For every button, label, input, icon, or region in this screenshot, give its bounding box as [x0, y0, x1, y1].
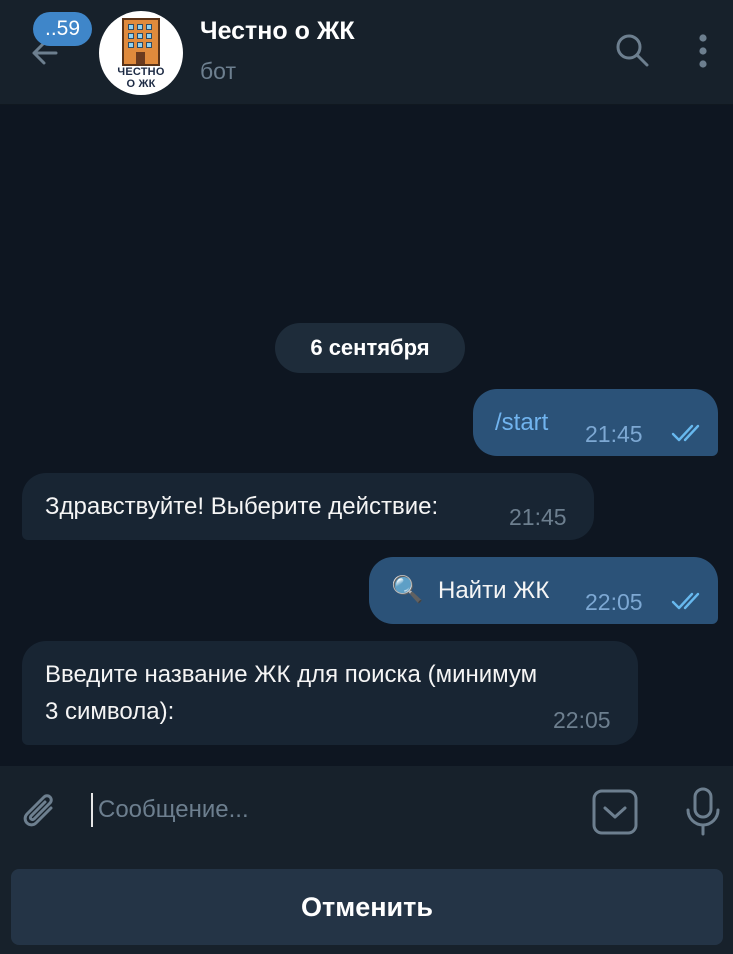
message-text-line: Введите название ЖК для поиска (минимум	[45, 661, 538, 688]
double-check-icon	[671, 424, 700, 442]
message-text: Найти ЖК	[438, 577, 550, 604]
reply-keyboard: Отменить	[0, 861, 733, 954]
cancel-button[interactable]: Отменить	[11, 869, 723, 945]
chat-header: ..59 ЧЕСТНО О ЖК Честно о ЖК бот	[0, 0, 733, 105]
message-input[interactable]	[96, 784, 580, 836]
chat-title[interactable]: Честно о ЖК	[200, 17, 355, 46]
date-separator: 6 сентября	[275, 323, 465, 373]
avatar[interactable]: ЧЕСТНО О ЖК	[99, 11, 183, 95]
microphone-icon[interactable]	[682, 786, 724, 838]
outgoing-message[interactable]: 🔍 Найти ЖК 22:05	[369, 557, 718, 624]
message-time: 21:45	[585, 421, 643, 447]
message-list[interactable]: 6 сентября /start 21:45 Здравствуйте! Вы…	[0, 105, 733, 766]
magnifier-emoji-icon: 🔍	[391, 574, 424, 604]
message-text-line: 3 символа):	[45, 698, 175, 725]
composer	[0, 766, 733, 861]
message-time: 22:05	[553, 707, 611, 733]
chat-status: бот	[200, 58, 236, 84]
incoming-message[interactable]: Здравствуйте! Выберите действие: 21:45	[22, 473, 594, 540]
more-vert-icon[interactable]	[690, 30, 716, 72]
avatar-logo-text: ЧЕСТНО О ЖК	[117, 66, 165, 90]
paperclip-icon[interactable]	[18, 788, 62, 836]
message-time: 21:45	[509, 504, 567, 530]
bot-keyboard-icon[interactable]	[592, 789, 638, 835]
text-caret	[91, 793, 93, 827]
search-icon[interactable]	[612, 30, 652, 70]
building-logo-icon	[122, 18, 160, 66]
double-check-icon	[671, 592, 700, 610]
unread-badge[interactable]: ..59	[33, 12, 93, 46]
message-text: Здравствуйте! Выберите действие:	[45, 493, 439, 520]
message-time: 22:05	[585, 589, 643, 615]
outgoing-message[interactable]: /start 21:45	[473, 389, 718, 456]
bot-command-link[interactable]: /start	[495, 409, 548, 437]
incoming-message[interactable]: Введите название ЖК для поиска (минимум …	[22, 641, 638, 745]
